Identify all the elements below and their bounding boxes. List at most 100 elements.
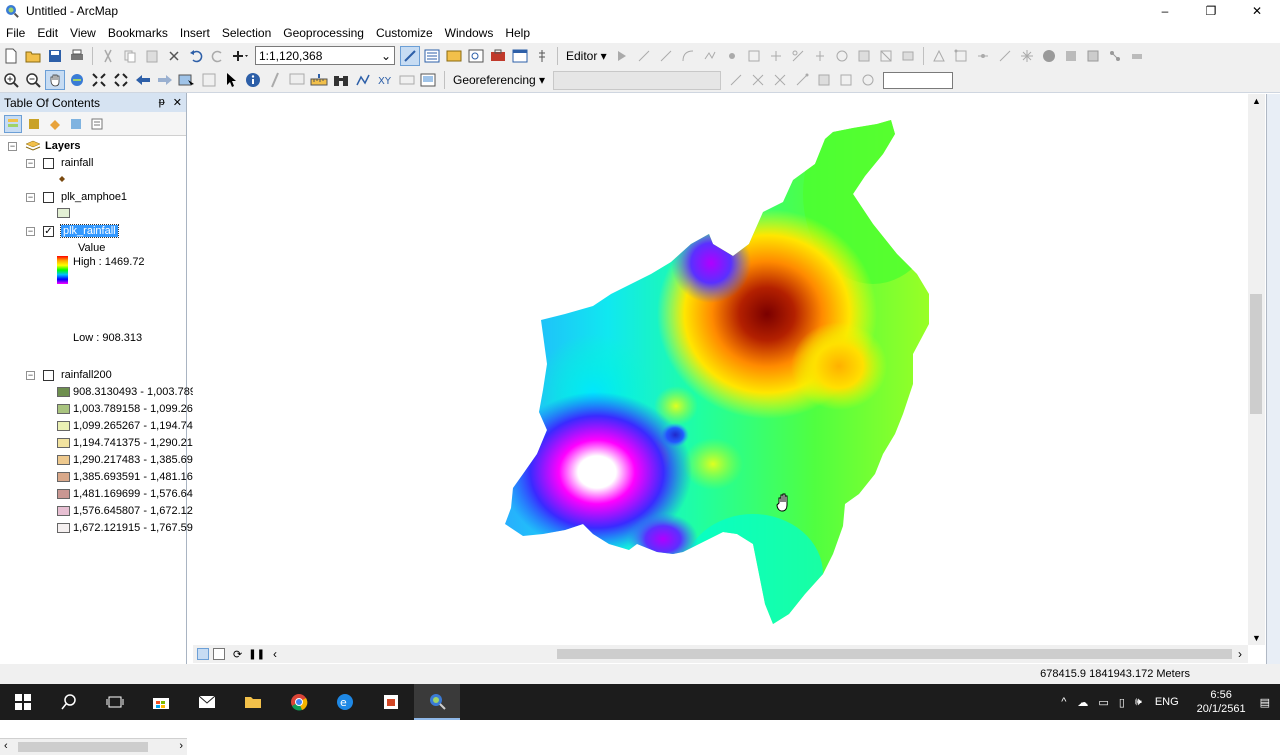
list-by-source-icon[interactable] — [25, 115, 43, 133]
edit-tool-icon[interactable] — [612, 46, 632, 66]
hyperlink-icon[interactable] — [265, 70, 285, 90]
raster-tool-icon[interactable] — [1061, 46, 1081, 66]
network-tool-icon[interactable] — [1105, 46, 1125, 66]
pin-icon[interactable]: ᵽ — [159, 96, 165, 109]
menu-customize[interactable]: Customize — [370, 26, 439, 40]
scale-georef-icon[interactable] — [770, 70, 790, 90]
editor-dropdown[interactable]: Editor ▾ — [562, 49, 611, 63]
straight-segment-icon[interactable] — [656, 46, 676, 66]
georeferencing-layer-combo[interactable] — [553, 70, 722, 90]
maximize-button[interactable]: ❐ — [1188, 0, 1234, 22]
find-route-icon[interactable] — [353, 70, 373, 90]
select-features-icon[interactable] — [177, 70, 197, 90]
scroll-thumb[interactable] — [1250, 294, 1262, 414]
sketch-properties-icon[interactable] — [876, 46, 896, 66]
mail-taskbar-button[interactable] — [184, 684, 230, 720]
scroll-right-icon[interactable]: › — [1238, 647, 1242, 661]
layer-name[interactable]: plk_amphoe1 — [61, 191, 127, 203]
find-binoculars-icon[interactable] — [331, 70, 351, 90]
rainfall-raster-map[interactable] — [193, 94, 1248, 645]
full-extent-icon[interactable] — [67, 70, 87, 90]
menu-selection[interactable]: Selection — [216, 26, 277, 40]
right-dock-tabs[interactable] — [1266, 94, 1280, 664]
select-elements-icon[interactable] — [221, 70, 241, 90]
edge-taskbar-button[interactable]: e — [322, 684, 368, 720]
layout-view-icon[interactable] — [213, 648, 225, 660]
layer-visibility-checkbox[interactable] — [43, 369, 54, 381]
clock[interactable]: 6:56 20/1/2561 — [1197, 688, 1246, 716]
catalog-icon[interactable] — [444, 46, 464, 66]
edit-vertices-icon[interactable] — [744, 46, 764, 66]
zoom-out-icon[interactable] — [23, 70, 43, 90]
options-icon[interactable] — [88, 115, 106, 133]
layer-row-rainfall200[interactable]: − rainfall200 — [26, 369, 112, 381]
list-by-visibility-icon[interactable] — [46, 115, 64, 133]
point-icon[interactable] — [722, 46, 742, 66]
scroll-left-icon[interactable]: ‹ — [273, 647, 277, 661]
chrome-taskbar-button[interactable] — [276, 684, 322, 720]
battery-icon[interactable]: ▭ — [1098, 696, 1108, 709]
save-icon[interactable] — [45, 46, 65, 66]
attributes-icon[interactable] — [854, 46, 874, 66]
menu-help[interactable]: Help — [499, 26, 536, 40]
split-icon[interactable] — [810, 46, 830, 66]
undo-icon[interactable] — [186, 46, 206, 66]
map-horizontal-scroll-thumb[interactable] — [557, 649, 1232, 659]
minimize-button[interactable]: – — [1142, 0, 1188, 22]
georeferencing-dropdown[interactable]: Georeferencing ▾ — [449, 73, 549, 87]
menu-windows[interactable]: Windows — [439, 26, 500, 40]
menu-edit[interactable]: Edit — [31, 26, 64, 40]
python-window-icon[interactable] — [510, 46, 530, 66]
pan-hand-icon[interactable] — [45, 70, 65, 90]
align-edge-icon[interactable] — [995, 46, 1015, 66]
close-window-button[interactable]: ✕ — [1234, 0, 1280, 22]
pause-drawing-icon[interactable]: ❚❚ — [248, 649, 265, 660]
map-topology-icon[interactable] — [951, 46, 971, 66]
scroll-thumb[interactable] — [18, 742, 148, 752]
layer-visibility-checkbox[interactable]: ✓ — [43, 225, 54, 237]
map-vertical-scrollbar[interactable]: ▲ ▼ — [1248, 94, 1265, 645]
open-folder-icon[interactable] — [23, 46, 43, 66]
new-document-icon[interactable] — [1, 46, 21, 66]
georef-value-input[interactable] — [883, 71, 954, 89]
fixed-zoom-in-icon[interactable] — [89, 70, 109, 90]
collapse-icon[interactable]: − — [26, 158, 35, 168]
add-data-icon[interactable] — [230, 46, 250, 66]
arcmap-taskbar-button[interactable] — [414, 684, 460, 720]
show-hidden-icons-icon[interactable]: ^ — [1061, 696, 1066, 708]
identify-icon[interactable] — [243, 70, 263, 90]
shift-georef-icon[interactable] — [748, 70, 768, 90]
volume-icon[interactable]: 🕪 — [1135, 696, 1142, 709]
menu-geoprocessing[interactable]: Geoprocessing — [277, 26, 370, 40]
measure-icon[interactable] — [309, 70, 329, 90]
layer-row-plk-rainfall[interactable]: − ✓ plk_rainfall — [26, 224, 119, 238]
raster-tool-icon-2[interactable] — [1083, 46, 1103, 66]
file-explorer-taskbar-button[interactable] — [230, 684, 276, 720]
onedrive-icon[interactable]: ☁ — [1077, 696, 1088, 709]
collapse-icon[interactable]: − — [8, 141, 17, 151]
menu-view[interactable]: View — [64, 26, 102, 40]
store-taskbar-button[interactable] — [138, 684, 184, 720]
create-viewer-icon[interactable] — [419, 70, 439, 90]
scroll-up-icon[interactable]: ▲ — [1252, 96, 1261, 106]
search-button[interactable] — [46, 684, 92, 720]
reshape-icon[interactable] — [766, 46, 786, 66]
data-view-icon[interactable] — [197, 648, 209, 660]
network-tool-icon-2[interactable] — [1127, 46, 1147, 66]
fixed-zoom-out-icon[interactable] — [111, 70, 131, 90]
back-arrow-icon[interactable] — [133, 70, 153, 90]
copy-icon[interactable] — [120, 46, 140, 66]
forward-arrow-icon[interactable] — [155, 70, 175, 90]
viewer-icon[interactable] — [836, 70, 856, 90]
print-icon[interactable] — [67, 46, 87, 66]
scroll-left-icon[interactable]: ‹ — [4, 740, 8, 752]
cut-polygons-icon[interactable] — [788, 46, 808, 66]
layer-name-selected[interactable]: plk_rainfall — [60, 224, 119, 238]
cut-icon[interactable] — [98, 46, 118, 66]
menu-bookmarks[interactable]: Bookmarks — [102, 26, 174, 40]
language-indicator[interactable]: ENG — [1155, 696, 1179, 708]
layer-row-plk-amphoe1[interactable]: − plk_amphoe1 — [26, 191, 127, 203]
globe-icon[interactable] — [1039, 46, 1059, 66]
layer-row-rainfall[interactable]: − rainfall — [26, 157, 93, 169]
action-center-icon[interactable]: ▤ — [1260, 696, 1270, 709]
